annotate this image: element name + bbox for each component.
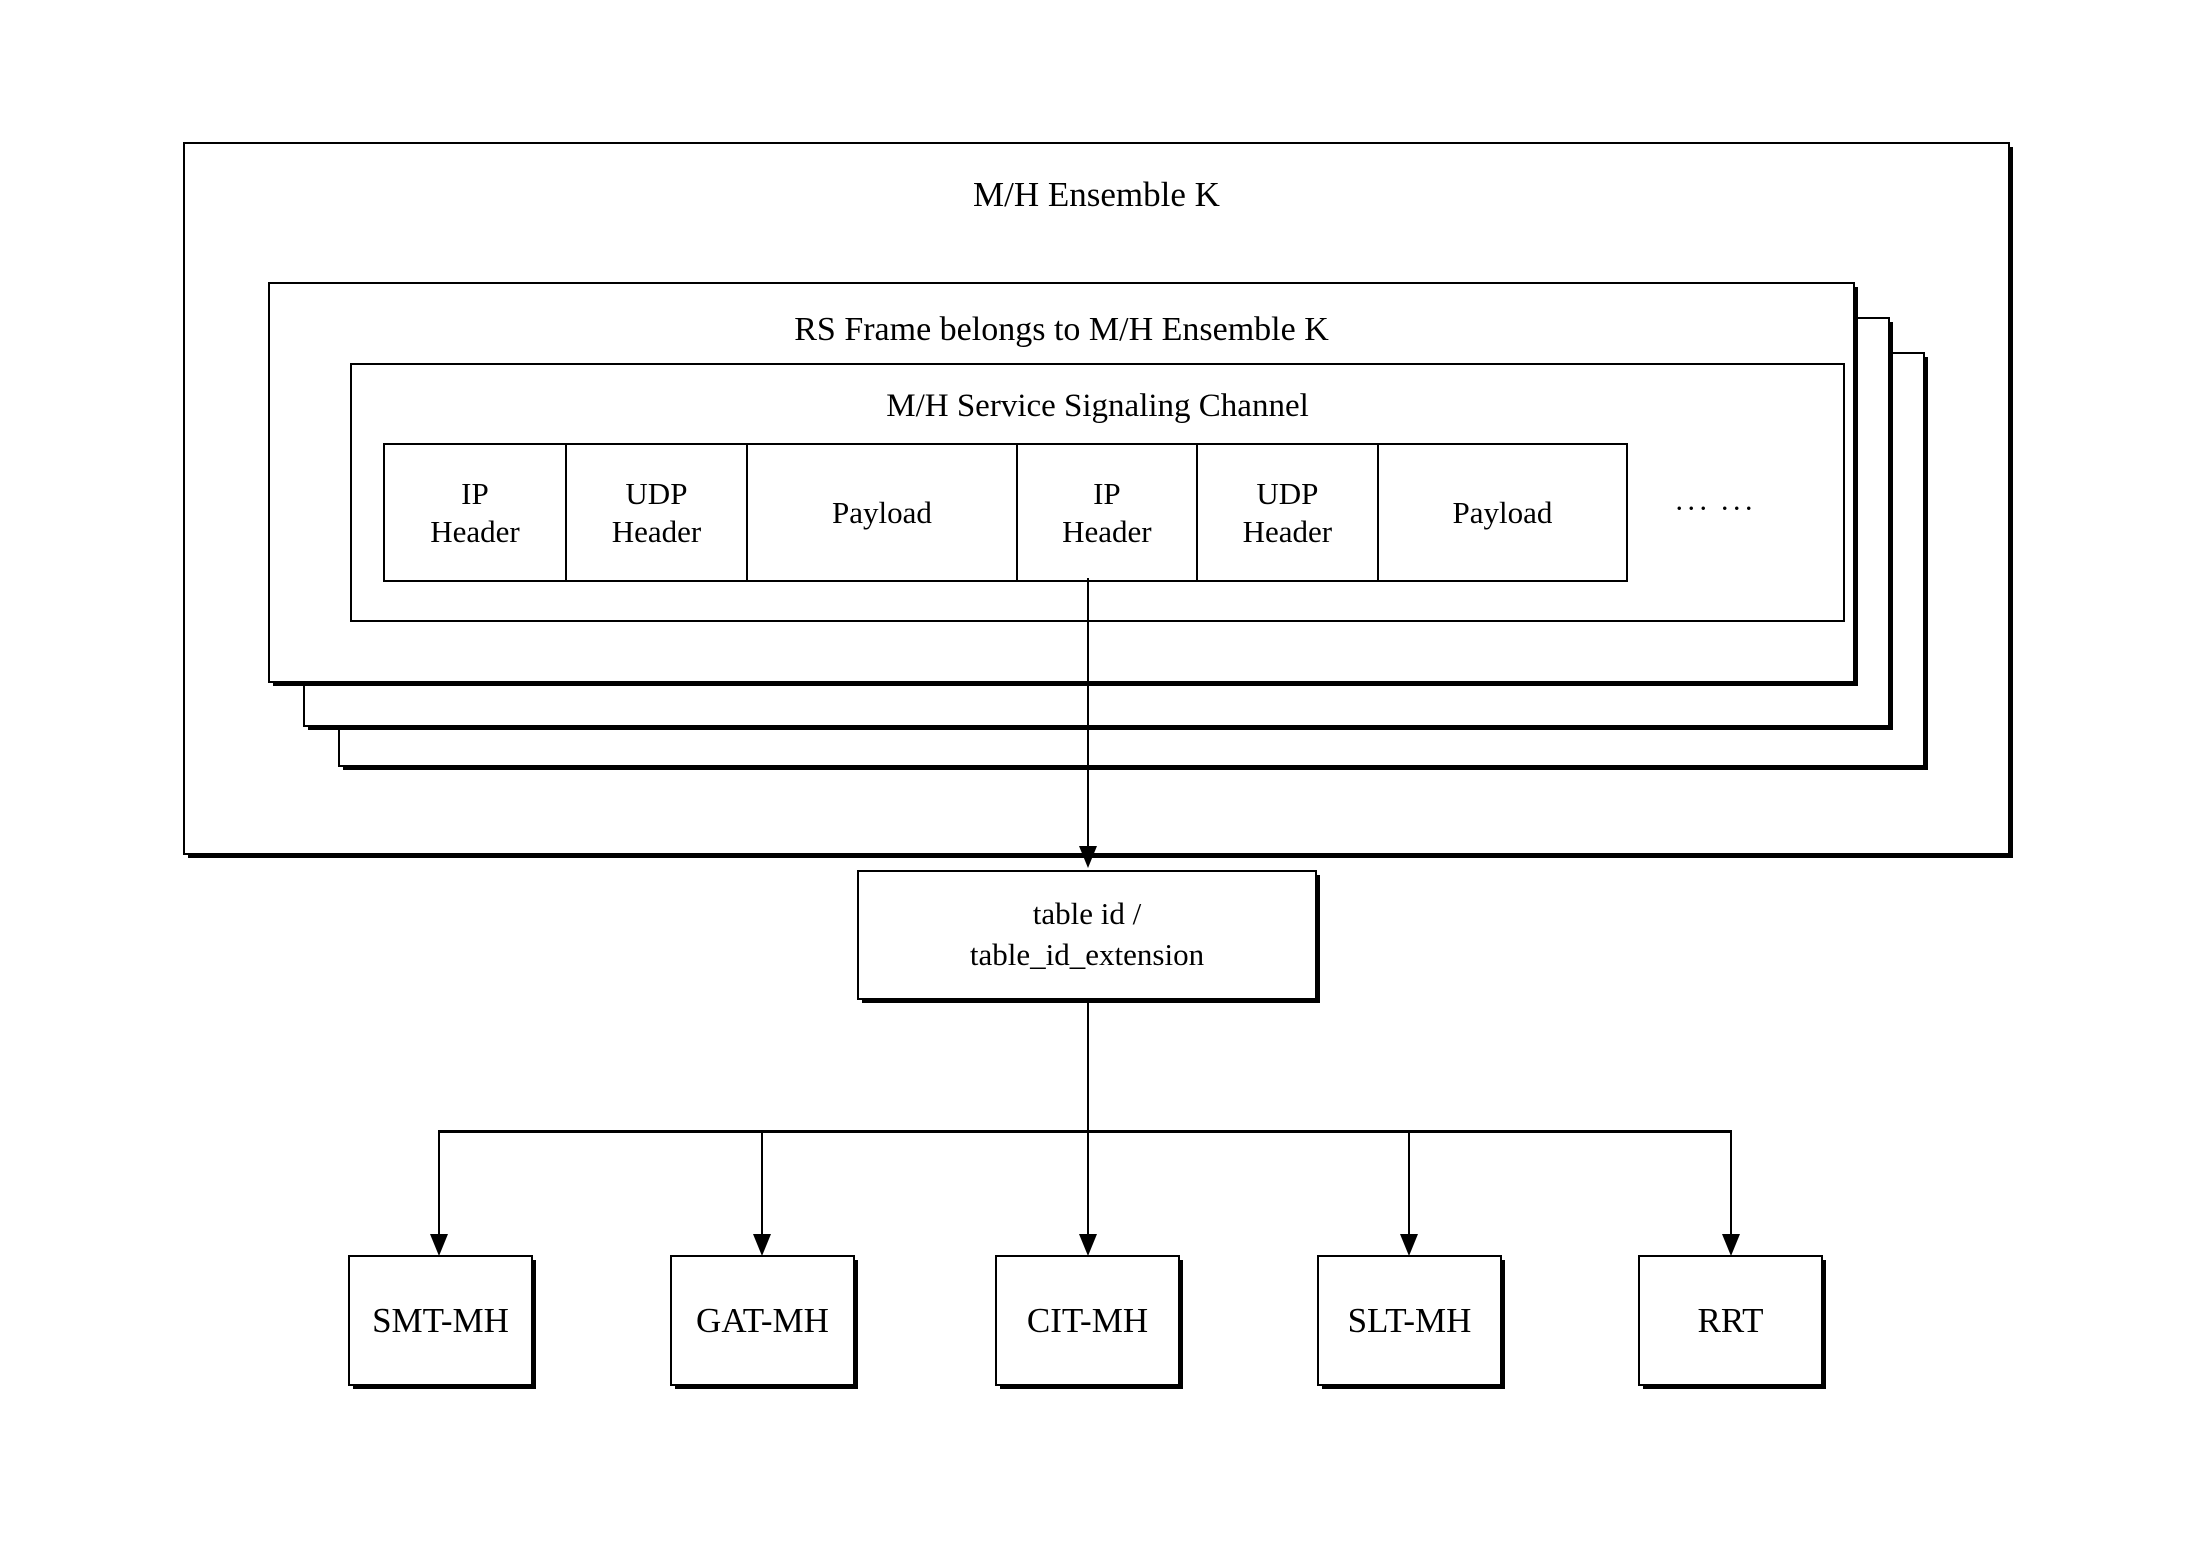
table-id-box: table id / table_id_extension — [857, 870, 1317, 1000]
table-box-label: SMT-MH — [372, 1300, 509, 1340]
packet-cell: IP Header — [1017, 445, 1198, 580]
distribution-bus — [438, 1130, 1732, 1133]
arrowhead-gat-mh — [753, 1234, 771, 1256]
table-id-line2: table_id_extension — [969, 937, 1205, 972]
connector-bus-to-gat-mh — [761, 1130, 763, 1234]
packet-cell: IP Header — [385, 445, 567, 580]
packet-cell-line2: Header — [430, 513, 520, 549]
arrowhead-smt-mh — [430, 1234, 448, 1256]
connector-tableid-to-bus — [1087, 1000, 1089, 1132]
arrowhead-rrt — [1722, 1234, 1740, 1256]
connector-bus-to-smt-mh — [438, 1130, 440, 1234]
table-box-rrt: RRT — [1638, 1255, 1823, 1386]
table-box-label: CIT-MH — [1026, 1300, 1149, 1340]
packet-cell-line1: Payload — [1452, 494, 1553, 530]
packet-cell-line2: Header — [611, 513, 702, 549]
packet-cell-line2: Header — [1242, 513, 1333, 549]
packet-cell-line1: Payload — [831, 494, 932, 530]
packet-cell: UDP Header — [566, 445, 748, 580]
arrowhead-to-tableid — [1079, 846, 1097, 868]
table-box-label: RRT — [1697, 1300, 1764, 1340]
table-box-slt-mh: SLT-MH — [1317, 1255, 1502, 1386]
rs-frame-title: RS Frame belongs to M/H Ensemble K — [794, 311, 1329, 348]
packet-cell-line1: IP — [1093, 476, 1121, 512]
packet-cell-line1: UDP — [1256, 476, 1319, 512]
packet-cell-row: IP Header UDP Header Payload IP Header U… — [383, 443, 1628, 582]
packet-row-ellipsis: ··· ··· — [1640, 492, 1790, 526]
connector-channel-to-tableid — [1087, 578, 1089, 846]
table-id-line1: table id / — [1032, 896, 1142, 931]
diagram-canvas: M/H Ensemble K RS Frame belongs to M/H E… — [0, 0, 2193, 1565]
table-box-label: SLT-MH — [1347, 1300, 1472, 1340]
arrowhead-cit-mh — [1079, 1234, 1097, 1256]
packet-row-ellipsis-label: ··· ··· — [1674, 492, 1756, 525]
packet-cell: UDP Header — [1197, 445, 1379, 580]
mh-ensemble-title: M/H Ensemble K — [973, 175, 1220, 214]
connector-bus-to-slt-mh — [1408, 1130, 1410, 1234]
packet-cell: Payload — [747, 445, 1018, 580]
connector-bus-to-rrt — [1730, 1130, 1732, 1234]
arrowhead-slt-mh — [1400, 1234, 1418, 1256]
table-box-label: GAT-MH — [696, 1300, 829, 1340]
packet-cell-line2: Header — [1062, 513, 1152, 549]
packet-cell: Payload — [1378, 445, 1626, 580]
table-box-cit-mh: CIT-MH — [995, 1255, 1180, 1386]
packet-cell-line1: IP — [461, 476, 489, 512]
table-box-gat-mh: GAT-MH — [670, 1255, 855, 1386]
mh-service-signaling-channel-title: M/H Service Signaling Channel — [886, 388, 1309, 424]
packet-cell-line1: UDP — [625, 476, 688, 512]
table-box-smt-mh: SMT-MH — [348, 1255, 533, 1386]
connector-bus-to-cit-mh — [1087, 1130, 1089, 1234]
